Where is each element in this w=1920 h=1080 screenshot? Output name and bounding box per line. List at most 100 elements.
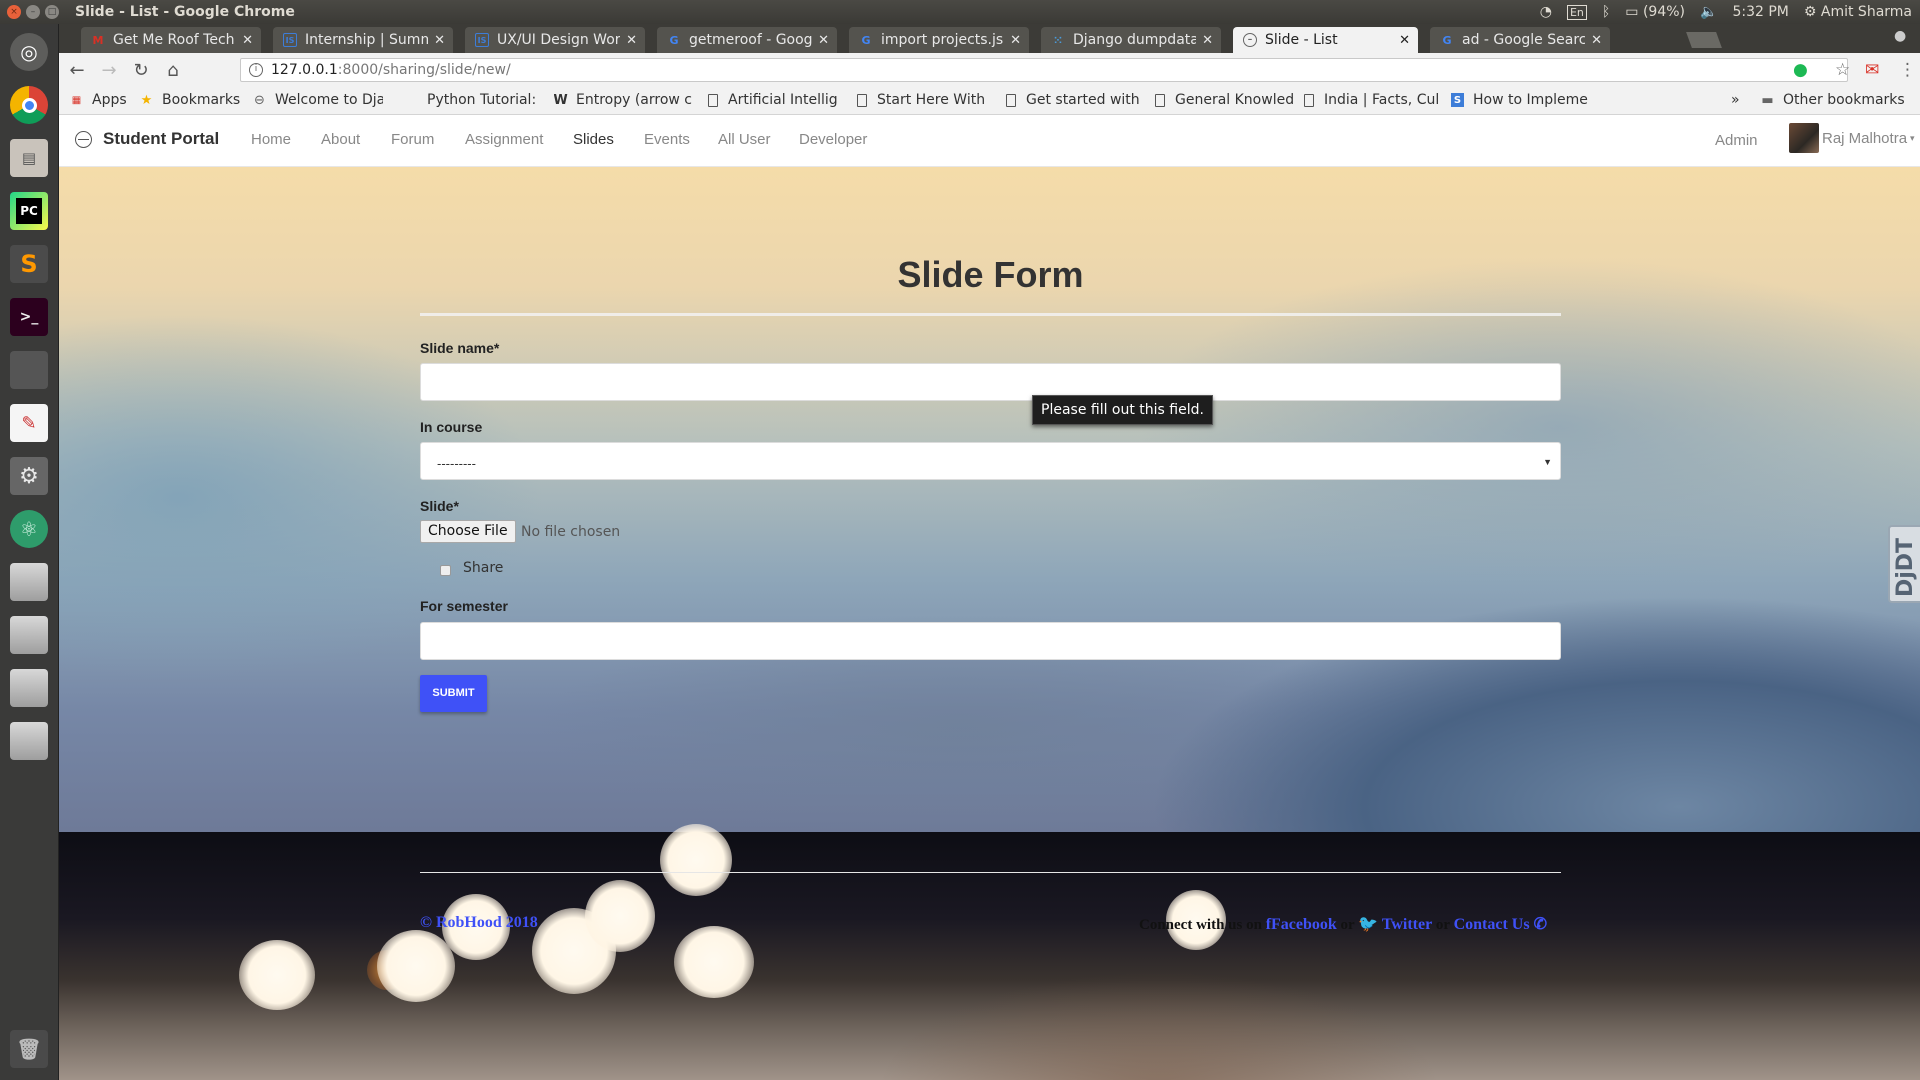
page-title: Slide Form [897, 254, 1084, 295]
drive-icon-2[interactable] [6, 612, 52, 658]
nav-developer[interactable]: Developer [799, 131, 867, 148]
drive-icon-4[interactable] [6, 718, 52, 764]
battery-level: (94%) [1642, 4, 1686, 20]
sublime-text-icon[interactable]: S [6, 241, 52, 287]
slide-name-input[interactable] [420, 363, 1561, 401]
tab-label: ad - Google Search [1462, 32, 1586, 48]
chrome-icon[interactable] [6, 82, 52, 128]
choose-file-button[interactable]: Choose File [420, 520, 516, 543]
in-course-select[interactable]: --------- ▼ [420, 442, 1561, 480]
close-icon[interactable]: ✕ [242, 33, 253, 48]
tab-ad-google-search[interactable]: Gad - Google Search ✕ [1430, 27, 1610, 53]
window-maximize-button[interactable]: □ [45, 5, 59, 19]
tab-slide-list[interactable]: – Slide - List ✕ [1233, 27, 1418, 53]
close-icon[interactable]: ✕ [818, 33, 829, 48]
bookmark-welcome-django[interactable]: ⊖ Welcome to Djan [253, 92, 383, 108]
nav-events[interactable]: Events [644, 131, 690, 148]
twitter-link[interactable]: 🐦 Twitter [1358, 916, 1432, 933]
bookmark-other[interactable]: ▬ Other bookmarks [1761, 92, 1904, 108]
dash-home-icon[interactable]: ◎ [6, 29, 52, 75]
profile-icon[interactable]: ● [1894, 28, 1912, 46]
atom-icon[interactable]: ⚛ [6, 506, 52, 552]
user-dropdown[interactable]: Raj Malhotra ▾ [1789, 123, 1915, 153]
drive-icon-3[interactable] [6, 665, 52, 711]
bookmarks-overflow-chevron[interactable]: » [1731, 92, 1740, 108]
close-icon[interactable]: ✕ [1010, 33, 1021, 48]
pycharm-icon[interactable]: PC [6, 188, 52, 234]
nav-slides[interactable]: Slides [573, 131, 614, 148]
text-editor-icon[interactable]: ✎ [6, 400, 52, 446]
phone-icon: ✆ [1533, 916, 1547, 933]
tab-get-me-roof[interactable]: M Get Me Roof Tech A ✕ [81, 27, 261, 53]
info-icon[interactable]: i [249, 63, 263, 77]
share-label[interactable]: Share [463, 560, 503, 576]
bookmark-get-started[interactable]: Get started with [1004, 92, 1144, 108]
bluetooth-icon[interactable]: ᛒ [1602, 4, 1610, 20]
bookmark-entropy[interactable]: W Entropy (arrow c [554, 92, 694, 108]
forward-arrow-icon[interactable]: → [95, 60, 123, 81]
keyboard-indicator[interactable]: En [1566, 4, 1587, 20]
footer-background [59, 824, 1920, 1080]
django-debug-toolbar-handle[interactable]: DjDT [1888, 525, 1920, 603]
bookmark-python-tutorial[interactable]: Python Tutorial: [405, 92, 545, 108]
page-icon [1153, 93, 1166, 107]
window-close-button[interactable]: × [7, 5, 21, 19]
wifi-icon[interactable]: ◔ [1540, 4, 1552, 20]
submit-button[interactable]: SUBMIT [420, 675, 487, 712]
chrome-menu-icon[interactable]: ⋮ [1899, 60, 1916, 80]
home-icon[interactable]: ⌂ [159, 60, 187, 81]
system-settings-icon[interactable]: ⚙ [6, 453, 52, 499]
bookmark-ai[interactable]: Artificial Intellig [706, 92, 846, 108]
nav-about[interactable]: About [321, 131, 360, 148]
clock[interactable]: 5:32 PM [1732, 4, 1788, 20]
reload-icon[interactable]: ↻ [127, 60, 155, 81]
bookmark-bookmarks[interactable]: ★ Bookmarks [140, 92, 241, 108]
nav-admin[interactable]: Admin [1715, 132, 1758, 149]
tab-getmeroof-google[interactable]: Ggetmeroof - Google ✕ [657, 27, 837, 53]
gmail-extension-icon[interactable]: ✉ [1865, 60, 1879, 80]
trash-icon[interactable]: 🗑 [6, 1026, 52, 1072]
address-bar[interactable]: i 127.0.0.1:8000/sharing/slide/new/ [240, 58, 1848, 82]
brand-name: Student Portal [103, 129, 220, 148]
bookmark-start-here[interactable]: Start Here With [855, 92, 995, 108]
new-tab-button[interactable] [1686, 32, 1722, 48]
battery-indicator[interactable]: ▭ (94%) [1625, 4, 1685, 20]
chevron-icon: » [1731, 92, 1740, 108]
tab-import-projects[interactable]: Gimport projects.jso ✕ [849, 27, 1029, 53]
close-icon[interactable]: ✕ [626, 33, 637, 48]
tab-internship[interactable]: IS Internship | Summe ✕ [273, 27, 453, 53]
back-arrow-icon[interactable]: ← [63, 60, 91, 81]
bookmark-star-icon[interactable]: ☆ [1835, 60, 1850, 80]
nav-forum[interactable]: Forum [391, 131, 434, 148]
bookmark-general-knowledge[interactable]: General Knowled [1153, 92, 1293, 108]
nav-all-user[interactable]: All User [718, 131, 771, 148]
facebook-link[interactable]: fFacebook [1266, 916, 1337, 933]
share-checkbox[interactable] [440, 565, 451, 576]
bookmark-apps[interactable]: ▦ Apps [70, 92, 127, 108]
semester-input[interactable] [420, 622, 1561, 660]
tab-django-dumpdata[interactable]: ⁙ Django dumpdata ✕ [1041, 27, 1221, 53]
grammarly-icon[interactable]: ● [1793, 60, 1808, 80]
close-icon[interactable]: ✕ [1399, 33, 1410, 48]
tab-uxui[interactable]: IS UX/UI Design Work ✕ [465, 27, 645, 53]
workspace-switcher-icon[interactable] [6, 347, 52, 393]
close-icon[interactable]: ✕ [1202, 33, 1213, 48]
files-icon[interactable]: ▤ [6, 135, 52, 181]
contact-link[interactable]: Contact Us ✆ [1454, 916, 1547, 933]
bookmark-india-facts[interactable]: India | Facts, Cul [1302, 92, 1442, 108]
close-icon[interactable]: ✕ [434, 33, 445, 48]
url-path: :8000/sharing/slide/new/ [337, 62, 511, 78]
close-icon[interactable]: ✕ [1591, 33, 1602, 48]
bookmark-how-to-implement[interactable]: S How to Impleme [1451, 92, 1591, 108]
tab-label: Get Me Roof Tech A [113, 32, 237, 48]
internshala-icon: IS [283, 33, 297, 47]
volume-icon[interactable]: 🔈 [1700, 4, 1717, 20]
bookmarks-bar: ▦ Apps ★ Bookmarks ⊖ Welcome to Djan Python… [59, 87, 1920, 115]
drive-icon-1[interactable] [6, 559, 52, 605]
brand-link[interactable]: Student Portal [75, 129, 219, 149]
nav-home[interactable]: Home [251, 131, 291, 148]
window-minimize-button[interactable]: – [26, 5, 40, 19]
terminal-icon[interactable]: >_ [6, 294, 52, 340]
nav-assignment[interactable]: Assignment [465, 131, 543, 148]
user-menu[interactable]: ⚙ Amit Sharma [1804, 4, 1912, 20]
